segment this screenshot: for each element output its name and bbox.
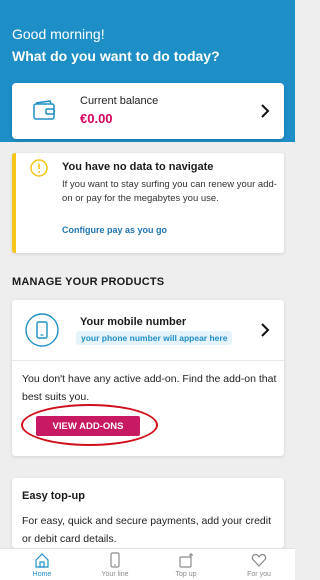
alert-body: If you want to stay surfing you can rene…	[62, 179, 277, 204]
nav-item-for-you[interactable]: For you	[229, 549, 289, 580]
topup-card[interactable]: Easy top-up For easy, quick and secure p…	[12, 478, 284, 548]
nav-label-for-you: For you	[247, 571, 271, 578]
heart-icon	[251, 553, 267, 567]
balance-label: Current balance	[80, 95, 159, 107]
bottom-nav: Home Your line Top up For you	[0, 548, 295, 580]
view-addons-button[interactable]: VIEW ADD-ONS	[36, 416, 140, 436]
chevron-right-icon[interactable]	[260, 323, 270, 337]
configure-payg-link[interactable]: Configure pay as you go	[62, 225, 167, 235]
warning-icon	[30, 159, 48, 177]
section-title: MANAGE YOUR PRODUCTS	[12, 276, 165, 288]
nav-label-home: Home	[32, 571, 52, 578]
balance-card[interactable]: Current balance €0.00	[12, 83, 284, 139]
chevron-right-icon	[261, 104, 270, 118]
nav-label-your-line: Your line	[101, 571, 129, 578]
nav-item-home[interactable]: Home	[12, 549, 72, 580]
topup-text: For easy, quick and secure payments, add…	[22, 515, 272, 545]
mobile-number-label: Your mobile number	[80, 316, 187, 328]
topup-title: Easy top-up	[22, 490, 85, 502]
nav-item-top-up[interactable]: Top up	[156, 549, 216, 580]
mobile-phone-icon	[25, 313, 59, 347]
alert-title: You have no data to navigate	[62, 161, 214, 173]
balance-value: €0.00	[80, 111, 113, 126]
page-title: What do you want to do today?	[12, 48, 220, 64]
product-card: Your mobile number your phone number wil…	[12, 300, 284, 456]
nav-label-top-up: Top up	[175, 571, 197, 578]
divider	[12, 360, 284, 361]
wallet-icon	[33, 100, 55, 120]
phone-icon	[110, 552, 120, 568]
greeting: Good morning!	[12, 26, 105, 42]
phone-number-placeholder: your phone number will appear here	[76, 331, 233, 345]
no-data-alert: You have no data to navigate If you want…	[12, 153, 284, 253]
no-addon-text: You don't have any active add-on. Find t…	[22, 373, 277, 403]
topup-icon	[179, 553, 193, 568]
nav-item-your-line[interactable]: Your line	[85, 549, 145, 580]
home-icon	[35, 553, 49, 568]
